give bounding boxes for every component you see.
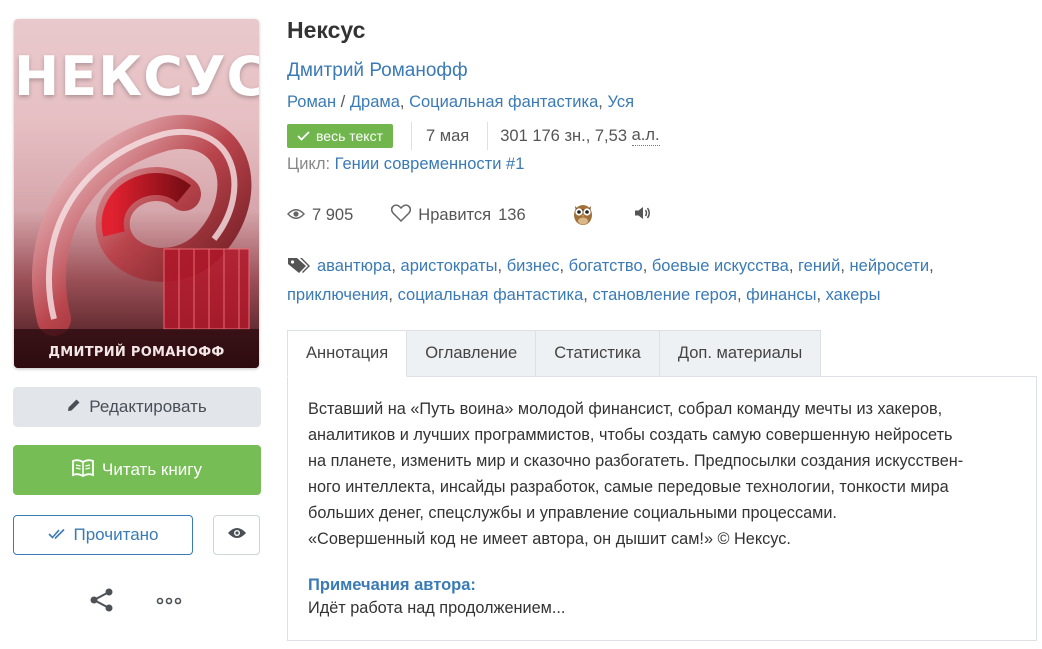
cover-title: НЕКСУС	[14, 45, 259, 108]
book-size: 301 176 зн., 7,53	[500, 126, 632, 145]
tag-link[interactable]: авантюра	[317, 257, 391, 275]
publish-date: 7 мая	[426, 126, 470, 145]
share-icon[interactable]	[89, 587, 115, 618]
author-notes-text: Идёт работа над продолжением...	[308, 599, 566, 617]
genre-list: Роман / Драма, Социальная фантастика, Ус…	[287, 93, 634, 112]
eye-icon	[287, 206, 305, 225]
tag-list: авантюра, аристократы, бизнес, богатство…	[287, 253, 1007, 308]
heart-icon	[391, 203, 412, 227]
series-info: Цикл: Гении современности #1	[287, 155, 524, 174]
tag-link[interactable]: финансы	[746, 286, 816, 304]
tab-bar: Аннотация Оглавление Статистика Доп. мат…	[287, 330, 822, 377]
more-icon[interactable]	[156, 594, 182, 612]
tag-link[interactable]: бизнес	[507, 257, 560, 275]
tag-link[interactable]: гений	[798, 257, 840, 275]
series-link[interactable]: Гении современности #1	[335, 155, 525, 173]
pencil-icon	[67, 397, 81, 417]
genre-link[interactable]: Уся	[607, 93, 634, 111]
separator: ,	[816, 286, 826, 304]
separator: ,	[388, 286, 398, 304]
separator: /	[336, 93, 350, 111]
eye-icon	[227, 525, 247, 545]
check-icon	[297, 128, 310, 144]
separator: ,	[736, 286, 747, 304]
separator: ,	[497, 257, 507, 275]
status-badge: весь текст	[287, 124, 393, 148]
edit-button-label: Редактировать	[89, 397, 207, 416]
tag-link[interactable]: хакеры	[826, 286, 881, 304]
separator: ,	[929, 257, 934, 275]
tab-extra-materials[interactable]: Доп. материалы	[659, 330, 822, 377]
status-badge-label: весь текст	[316, 128, 383, 144]
divider	[487, 122, 489, 150]
views-count: 7 905	[312, 205, 354, 224]
author-sheets-unit[interactable]: а.л.	[631, 126, 660, 146]
likes-label: Нравится	[418, 205, 492, 224]
tag-link[interactable]: приключения	[287, 286, 388, 304]
tag-link[interactable]: аристократы	[401, 257, 498, 275]
separator: ,	[788, 257, 798, 275]
book-meta: весь текст 7 мая 301 176 зн., 7,53 а.л.	[287, 122, 660, 150]
double-check-icon	[47, 525, 66, 545]
separator: ,	[559, 257, 569, 275]
genre-link[interactable]: Социальная фантастика	[409, 93, 598, 111]
book-title: Нексус	[287, 17, 366, 43]
annotation-text: Вставший на «Путь воина» молодой финанси…	[308, 400, 964, 548]
open-book-icon	[72, 458, 94, 482]
book-cover[interactable]: НЕКСУС ДМИТРИЙ РОМАНОФФ	[14, 19, 259, 368]
separator: ,	[840, 257, 850, 275]
tag-icon	[287, 256, 311, 282]
read-book-label: Читать книгу	[102, 460, 202, 479]
likes-count: 136	[498, 205, 526, 224]
separator: ,	[391, 257, 401, 275]
tag-link[interactable]: богатство	[569, 257, 643, 275]
edit-button[interactable]: Редактировать	[13, 387, 261, 427]
tab-statistics[interactable]: Статистика	[536, 330, 660, 377]
watch-button[interactable]	[213, 515, 260, 555]
tag-link[interactable]: социальная фантастика	[398, 286, 584, 304]
divider	[411, 122, 412, 150]
mark-read-button[interactable]: Прочитано	[13, 515, 193, 555]
annotation-panel: Вставший на «Путь воина» молодой финанси…	[287, 376, 1037, 641]
genre-link[interactable]: Роман	[287, 93, 336, 111]
tag-link[interactable]: нейросети	[850, 257, 930, 275]
genre-link[interactable]: Драма	[350, 93, 400, 111]
read-book-button[interactable]: Читать книгу	[13, 445, 261, 495]
tab-contents[interactable]: Оглавление	[407, 330, 537, 377]
mark-read-label: Прочитано	[73, 525, 159, 544]
author-link[interactable]: Дмитрий Романофф	[287, 60, 468, 82]
author-notes-title: Примечания автора:	[308, 576, 476, 594]
cover-author: ДМИТРИЙ РОМАНОФФ	[48, 345, 225, 360]
like-button[interactable]: Нравится 136	[391, 203, 526, 227]
tab-annotation[interactable]: Аннотация	[287, 330, 408, 377]
tag-link[interactable]: становление героя	[592, 286, 737, 304]
tag-link[interactable]: боевые искусства	[652, 257, 789, 275]
series-label: Цикл:	[287, 155, 331, 173]
speaker-icon[interactable]	[634, 205, 652, 226]
separator: ,	[642, 257, 652, 275]
owl-icon[interactable]	[572, 200, 594, 231]
separator: ,	[399, 93, 410, 111]
stats-row: 7 905 Нравится 136	[287, 202, 652, 228]
views-stat: 7 905	[287, 206, 353, 225]
